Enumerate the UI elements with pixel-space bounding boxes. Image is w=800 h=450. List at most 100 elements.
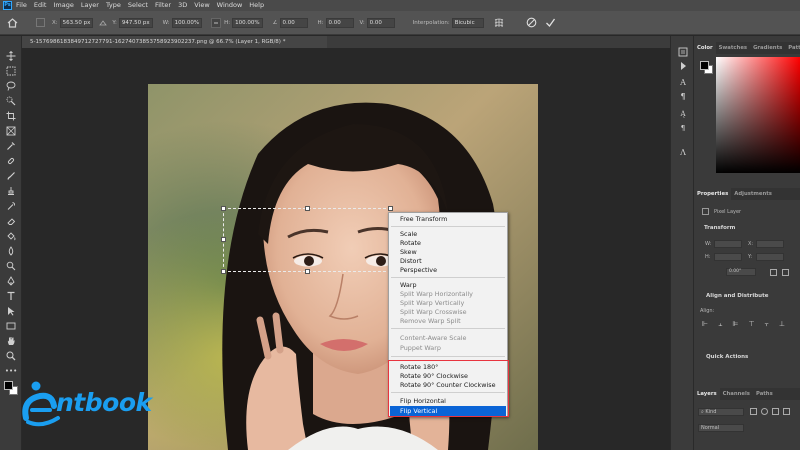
transform-handle-bottom[interactable] (305, 269, 310, 274)
eyedropper-tool-icon[interactable] (5, 140, 17, 152)
reference-point-icon[interactable] (36, 18, 45, 27)
angle-input[interactable]: 0.00 (279, 17, 308, 28)
move-tool-icon[interactable] (5, 50, 17, 62)
h-input[interactable]: 100.00% (232, 17, 263, 28)
menu-help[interactable]: Help (249, 0, 264, 11)
cancel-transform-icon[interactable] (526, 17, 538, 29)
eraser-tool-icon[interactable] (5, 215, 17, 227)
flip-vertical-icon[interactable] (782, 269, 789, 276)
link-icon[interactable] (211, 17, 222, 28)
panel-foreground-swatch[interactable] (700, 61, 709, 70)
align-bottom-icon[interactable]: ⊥ (779, 320, 785, 329)
character-icon[interactable]: A (677, 76, 689, 88)
tab-swatches[interactable]: Swatches (716, 42, 750, 54)
foreground-color-swatch[interactable] (4, 381, 13, 390)
pen-tool-icon[interactable] (5, 275, 17, 287)
filter-pixel-icon[interactable] (750, 408, 757, 415)
flip-horizontal-icon[interactable] (770, 269, 777, 276)
menu-layer[interactable]: Layer (81, 0, 99, 11)
frame-tool-icon[interactable] (5, 125, 17, 137)
glyphs-icon[interactable]: Ʌ (677, 146, 689, 158)
tab-gradients[interactable]: Gradients (750, 42, 785, 54)
align-right-icon[interactable]: ⊫ (732, 320, 738, 329)
prop-h-input[interactable] (714, 253, 742, 261)
hand-tool-icon[interactable] (5, 335, 17, 347)
color-swatches[interactable] (2, 379, 20, 397)
commit-transform-icon[interactable] (545, 17, 557, 29)
y-input[interactable]: 947.50 px (118, 17, 153, 28)
type-tool-icon[interactable] (5, 290, 17, 302)
zoom-tool-icon[interactable] (5, 350, 17, 362)
x-input[interactable]: 563.50 px (59, 17, 94, 28)
prop-x-input[interactable] (756, 240, 784, 248)
prop-y-input[interactable] (756, 253, 784, 261)
menu-warp[interactable]: Warp (400, 281, 417, 289)
actions-icon[interactable] (677, 60, 689, 72)
menu-window[interactable]: Window (217, 0, 243, 11)
photoshop-logo-icon[interactable]: Ps (3, 1, 12, 10)
character-styles-icon[interactable]: Ą (677, 108, 689, 120)
menu-image[interactable]: Image (53, 0, 73, 11)
tab-paths[interactable]: Paths (753, 388, 776, 400)
tab-layers[interactable]: Layers (694, 388, 720, 400)
menu-3d[interactable]: 3D (178, 0, 187, 11)
align-center-h-icon[interactable]: ⫠ (718, 320, 722, 329)
menu-skew[interactable]: Skew (400, 248, 417, 256)
transform-handle-left[interactable] (221, 237, 226, 242)
delta-icon[interactable] (97, 17, 109, 29)
marquee-tool-icon[interactable] (5, 65, 17, 77)
filter-adjustment-icon[interactable] (761, 408, 768, 415)
home-icon[interactable] (4, 15, 20, 31)
history-icon[interactable] (677, 46, 689, 58)
paint-bucket-tool-icon[interactable] (5, 230, 17, 242)
transform-handle-top-right[interactable] (388, 206, 393, 211)
healing-brush-tool-icon[interactable] (5, 155, 17, 167)
history-brush-tool-icon[interactable] (5, 200, 17, 212)
path-selection-tool-icon[interactable] (5, 305, 17, 317)
interpolation-select[interactable]: Bicubic (451, 17, 484, 28)
crop-tool-icon[interactable] (5, 110, 17, 122)
menu-view[interactable]: View (194, 0, 209, 11)
warp-mode-icon[interactable] (493, 17, 505, 29)
brush-tool-icon[interactable] (5, 170, 17, 182)
menu-filter[interactable]: Filter (155, 0, 171, 11)
align-top-icon[interactable]: ⊤ (748, 320, 754, 329)
transform-handle-bottom-left[interactable] (221, 269, 226, 274)
tab-color[interactable]: Color (694, 42, 716, 54)
h-skew-input[interactable]: 0.00 (325, 17, 354, 28)
transform-bounding-box[interactable] (221, 206, 393, 274)
menu-file[interactable]: File (16, 0, 27, 11)
clone-stamp-tool-icon[interactable] (5, 185, 17, 197)
menu-select[interactable]: Select (128, 0, 148, 11)
color-picker-field[interactable] (716, 57, 800, 173)
menu-scale[interactable]: Scale (400, 230, 417, 238)
tab-adjustments[interactable]: Adjustments (731, 188, 775, 200)
prop-w-input[interactable] (714, 240, 742, 248)
dodge-tool-icon[interactable] (5, 260, 17, 272)
menu-edit[interactable]: Edit (34, 0, 47, 11)
w-input[interactable]: 100.00% (171, 17, 203, 28)
align-left-icon[interactable]: ⊩ (702, 320, 708, 329)
tab-properties[interactable]: Properties (694, 188, 732, 200)
prop-angle-input[interactable]: 0.00° (726, 268, 756, 276)
align-middle-v-icon[interactable]: ⫟ (765, 320, 769, 329)
menu-perspective[interactable]: Perspective (400, 266, 437, 274)
tab-channels[interactable]: Channels (720, 388, 753, 400)
blend-mode-select[interactable]: Normal (698, 424, 744, 432)
menu-rotate[interactable]: Rotate (400, 239, 421, 247)
menu-type[interactable]: Type (106, 0, 121, 11)
menu-distort[interactable]: Distort (400, 257, 422, 265)
menu-free-transform[interactable]: Free Transform (400, 215, 447, 223)
lasso-tool-icon[interactable] (5, 80, 17, 92)
paragraph-icon[interactable]: ¶ (677, 90, 689, 102)
quick-actions-section-title[interactable]: Quick Actions (706, 354, 748, 360)
filter-shape-icon[interactable] (783, 408, 790, 415)
quick-select-tool-icon[interactable] (5, 95, 17, 107)
paragraph-styles-icon[interactable]: ¶ (677, 122, 689, 134)
transform-section-title[interactable]: Transform (704, 225, 735, 231)
rectangle-tool-icon[interactable] (5, 320, 17, 332)
filter-type-icon[interactable] (772, 408, 779, 415)
transform-handle-top-left[interactable] (221, 206, 226, 211)
tab-patterns[interactable]: Patterns (785, 42, 800, 54)
v-skew-input[interactable]: 0.00 (366, 17, 395, 28)
